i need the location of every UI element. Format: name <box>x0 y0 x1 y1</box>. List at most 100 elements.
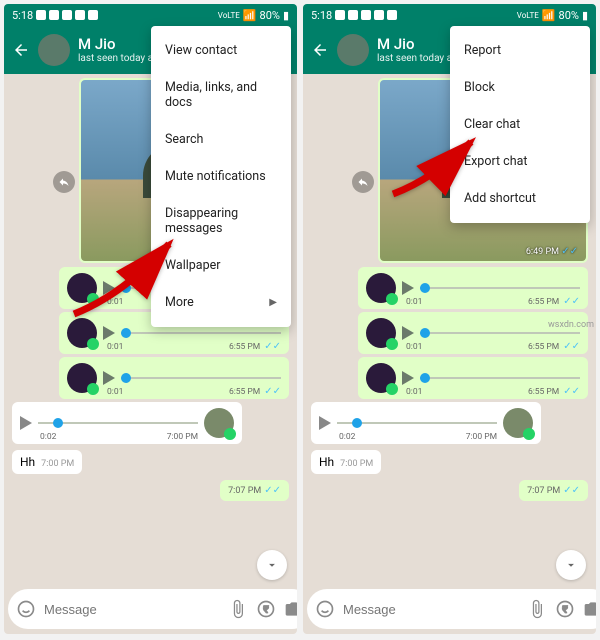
voice-avatar <box>204 408 234 438</box>
phone-right: 5:18 VoLTE 📶 80% ▮ M Jio last seen today… <box>303 4 596 634</box>
play-icon[interactable] <box>319 416 331 430</box>
msg-time: 7:07 PM <box>228 486 261 496</box>
battery-icon: ▮ <box>283 9 289 22</box>
voice-duration: 0:02 <box>40 432 56 442</box>
mic-badge-icon <box>386 293 398 305</box>
waveform[interactable] <box>337 422 497 424</box>
play-icon[interactable] <box>402 371 414 385</box>
menu-block[interactable]: Block <box>450 69 590 106</box>
status-bar: 5:18 VoLTE 📶 80% ▮ <box>303 4 596 26</box>
read-ticks-icon: ✓✓ <box>561 246 578 257</box>
notif-icon <box>348 10 358 20</box>
play-icon[interactable] <box>402 326 414 340</box>
menu-view-contact[interactable]: View contact <box>151 32 291 69</box>
message-input[interactable] <box>44 602 220 617</box>
rupee-icon[interactable]: ₹ <box>256 599 276 619</box>
notif-icon <box>49 10 59 20</box>
scroll-down-button[interactable] <box>556 550 586 580</box>
mic-badge-icon <box>523 428 535 440</box>
contact-avatar[interactable] <box>38 34 70 66</box>
mic-badge-icon <box>224 428 236 440</box>
message-input-box: ₹ <box>307 589 596 629</box>
voice-duration: 0:02 <box>339 432 355 442</box>
text-message-in[interactable]: Hh7:00 PM <box>311 450 381 474</box>
voice-duration: 0:01 <box>406 387 422 397</box>
annotation-arrow <box>64 234 184 328</box>
voice-message-out[interactable]: 0:01 6:55 PM✓✓ <box>358 312 588 354</box>
voice-message-in[interactable]: 0:02 7:00 PM <box>311 402 541 444</box>
voice-time: 6:55 PM <box>528 342 559 352</box>
menu-mute[interactable]: Mute notifications <box>151 158 291 195</box>
notif-icon <box>335 10 345 20</box>
text-message-out[interactable]: 7:07 PM✓✓ <box>220 480 289 501</box>
volte-icon: VoLTE <box>218 11 240 20</box>
notif-icon <box>374 10 384 20</box>
msg-time: 7:00 PM <box>41 459 74 469</box>
waveform[interactable] <box>121 377 281 379</box>
read-ticks-icon: ✓✓ <box>264 341 281 352</box>
voice-message-out[interactable]: 0:01 6:55 PM✓✓ <box>358 267 588 309</box>
mic-badge-icon <box>87 338 99 350</box>
play-icon[interactable] <box>103 371 115 385</box>
status-time: 5:18 <box>311 9 332 22</box>
voice-time: 7:00 PM <box>167 432 198 442</box>
msg-time: 7:07 PM <box>527 486 560 496</box>
voice-duration: 0:01 <box>107 387 123 397</box>
camera-icon[interactable] <box>284 599 297 619</box>
battery-label: 80% <box>559 9 579 22</box>
input-bar: ₹ <box>307 588 592 630</box>
voice-message-out[interactable]: 0:01 6:55 PM✓✓ <box>358 357 588 399</box>
rupee-icon[interactable]: ₹ <box>555 599 575 619</box>
attach-icon[interactable] <box>527 599 547 619</box>
battery-label: 80% <box>260 9 280 22</box>
phone-left: 5:18 VoLTE 📶 80% ▮ M Jio last seen today… <box>4 4 297 634</box>
play-icon[interactable] <box>402 281 414 295</box>
input-bar: ₹ <box>8 588 293 630</box>
menu-search[interactable]: Search <box>151 121 291 158</box>
battery-icon: ▮ <box>582 9 588 22</box>
menu-report[interactable]: Report <box>450 32 590 69</box>
forward-icon[interactable] <box>352 171 374 193</box>
annotation-arrow <box>383 134 483 208</box>
play-icon[interactable] <box>20 416 32 430</box>
emoji-icon[interactable] <box>16 599 36 619</box>
play-icon[interactable] <box>103 326 115 340</box>
waveform[interactable] <box>38 422 198 424</box>
voice-time: 6:55 PM <box>229 387 260 397</box>
notif-icon <box>361 10 371 20</box>
voice-avatar <box>366 318 396 348</box>
emoji-icon[interactable] <box>315 599 335 619</box>
voice-message-in[interactable]: 0:02 7:00 PM <box>12 402 242 444</box>
waveform[interactable] <box>420 287 580 289</box>
voice-avatar <box>366 273 396 303</box>
text-message-in[interactable]: Hh7:00 PM <box>12 450 82 474</box>
status-time: 5:18 <box>12 9 33 22</box>
read-ticks-icon: ✓✓ <box>563 341 580 352</box>
mic-badge-icon <box>386 383 398 395</box>
voice-duration: 0:01 <box>107 342 123 352</box>
notif-icon <box>36 10 46 20</box>
voice-time: 6:55 PM <box>528 297 559 307</box>
contact-avatar[interactable] <box>337 34 369 66</box>
read-ticks-icon: ✓✓ <box>264 485 281 496</box>
back-icon[interactable] <box>311 41 329 59</box>
forward-icon[interactable] <box>53 171 75 193</box>
voice-message-out[interactable]: 0:01 6:55 PM✓✓ <box>59 357 289 399</box>
back-icon[interactable] <box>12 41 30 59</box>
waveform[interactable] <box>121 332 281 334</box>
voice-avatar <box>366 363 396 393</box>
menu-media[interactable]: Media, links, and docs <box>151 69 291 121</box>
voice-time: 6:55 PM <box>528 387 559 397</box>
chevron-right-icon: ▶ <box>269 297 277 308</box>
watermark: wsxdn.com <box>548 320 594 330</box>
attach-icon[interactable] <box>228 599 248 619</box>
camera-icon[interactable] <box>583 599 596 619</box>
text-message-out[interactable]: 7:07 PM✓✓ <box>519 480 588 501</box>
mic-badge-icon <box>386 338 398 350</box>
scroll-down-button[interactable] <box>257 550 287 580</box>
waveform[interactable] <box>420 332 580 334</box>
waveform[interactable] <box>420 377 580 379</box>
voice-time: 6:55 PM <box>229 342 260 352</box>
message-input[interactable] <box>343 602 519 617</box>
notif-icon <box>387 10 397 20</box>
